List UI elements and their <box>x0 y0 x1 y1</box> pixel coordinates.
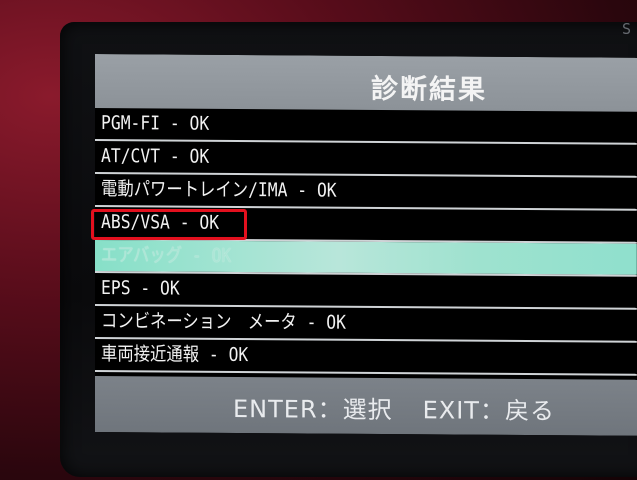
result-row-vehicle-approach-alert[interactable]: 車両接近通報 - OK <box>95 339 637 376</box>
result-list: PGM-FI - OK AT/CVT - OK 電動パワートレイン/IMA - … <box>95 108 637 376</box>
result-row-label: EPS - OK <box>101 277 180 300</box>
result-row-label: コンビネーション メータ - OK <box>101 310 346 334</box>
result-row-at-cvt[interactable]: AT/CVT - OK <box>95 141 637 178</box>
diagnostic-screen: 診断結果 PGM-FI - OK AT/CVT - OK 電動パワートレイン/I… <box>95 54 637 436</box>
result-row-airbag-selected[interactable]: エアバッグ - OK <box>95 240 637 277</box>
result-row-eps[interactable]: EPS - OK <box>95 273 637 310</box>
result-row-pgm-fi[interactable]: PGM-FI - OK <box>95 108 637 145</box>
result-row-combination-meter[interactable]: コンビネーション メータ - OK <box>95 306 637 343</box>
result-row-powertrain-ima[interactable]: 電動パワートレイン/IMA - OK <box>95 174 637 211</box>
footer-bar: ENTER：選択 EXIT：戻る <box>95 376 637 436</box>
red-annotation-box <box>91 209 247 240</box>
result-row-label: PGM-FI - OK <box>101 112 210 135</box>
result-row-label: 電動パワートレイン/IMA - OK <box>101 178 337 202</box>
enter-select-hint: ENTER：選択 <box>233 394 393 425</box>
brand-mark: S <box>622 20 632 38</box>
result-row-label: 車両接近通報 - OK <box>101 343 249 367</box>
title-bar: 診断結果 <box>95 54 637 112</box>
page-title: 診断結果 <box>371 73 487 106</box>
result-row-label: AT/CVT - OK <box>101 145 210 168</box>
result-row-label: エアバッグ - OK <box>101 244 232 267</box>
footer-hints: ENTER：選択 EXIT：戻る <box>233 389 555 426</box>
exit-back-hint: EXIT：戻る <box>422 396 555 426</box>
diagnostic-device: S 診断結果 PGM-FI - OK AT/CVT - OK 電動パワートレイン… <box>0 0 637 480</box>
